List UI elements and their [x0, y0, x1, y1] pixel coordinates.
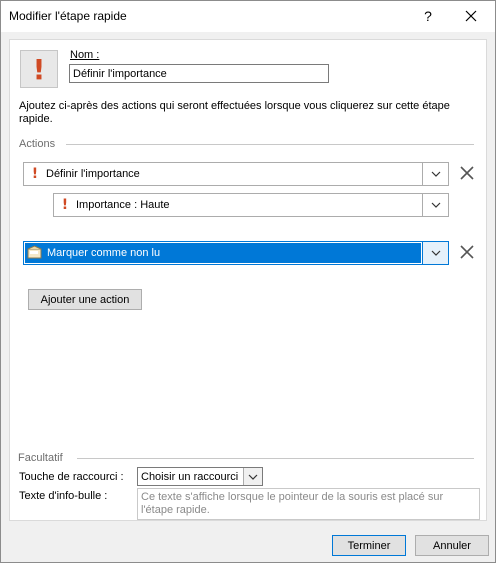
cancel-button[interactable]: Annuler	[415, 535, 489, 556]
exclamation-icon: !	[31, 166, 39, 182]
add-action-label: Ajouter une action	[40, 293, 130, 306]
dialog-content: ! Nom : Ajoutez ci-après des actions qui…	[9, 39, 487, 521]
remove-action-button[interactable]	[458, 164, 476, 182]
close-icon	[465, 10, 477, 22]
importance-level-combo[interactable]: ! Importance : Haute	[53, 193, 449, 217]
name-label: Nom :	[70, 49, 100, 61]
tooltip-label: Texte d'info-bulle :	[19, 490, 108, 502]
mail-unread-icon	[27, 245, 45, 261]
chevron-down-icon	[431, 250, 440, 256]
optional-section-label: Facultatif	[18, 452, 63, 464]
name-input[interactable]	[69, 64, 329, 83]
tooltip-text-input[interactable]: Ce texte s'affiche lorsque le pointeur d…	[137, 488, 480, 520]
action-label: Définir l'importance	[46, 168, 140, 180]
title-bar: Modifier l'étape rapide ?	[1, 1, 495, 32]
finish-button[interactable]: Terminer	[332, 535, 406, 556]
shortcut-select[interactable]: Choisir un raccourci	[137, 467, 263, 486]
help-button[interactable]: ?	[408, 1, 448, 31]
exclamation-icon: !	[32, 52, 46, 86]
close-icon	[460, 166, 474, 180]
help-icon: ?	[424, 8, 432, 24]
quick-step-dialog: Modifier l'étape rapide ? ! Nom : Ajoute…	[0, 0, 496, 563]
quick-step-icon[interactable]: !	[20, 50, 58, 88]
action-label: Marquer comme non lu	[47, 247, 161, 259]
shortcut-label: Touche de raccourci :	[19, 471, 124, 483]
dialog-title: Modifier l'étape rapide	[9, 9, 127, 23]
description-text: Ajoutez ci-après des actions qui seront …	[19, 100, 450, 125]
close-button[interactable]	[451, 1, 491, 31]
dropdown-button[interactable]	[422, 163, 448, 185]
shortcut-value: Choisir un raccourci	[141, 470, 239, 483]
dropdown-button[interactable]	[422, 194, 448, 216]
optional-divider	[77, 458, 474, 459]
actions-divider	[66, 144, 474, 145]
selected-value: Marquer comme non lu	[25, 243, 421, 263]
exclamation-icon: !	[61, 197, 69, 213]
dropdown-button[interactable]	[243, 468, 262, 485]
remove-action-button[interactable]	[458, 243, 476, 261]
add-action-button[interactable]: Ajouter une action	[28, 289, 142, 310]
importance-level-label: Importance : Haute	[76, 199, 170, 211]
actions-section-label: Actions	[19, 138, 56, 150]
chevron-down-icon	[248, 474, 258, 480]
action-combo-set-importance[interactable]: ! Définir l'importance	[23, 162, 449, 186]
chevron-down-icon	[431, 171, 440, 177]
close-icon	[460, 245, 474, 259]
dropdown-button[interactable]	[422, 242, 448, 264]
chevron-down-icon	[431, 202, 440, 208]
cancel-button-label: Annuler	[433, 539, 471, 552]
action-combo-mark-unread[interactable]: Marquer comme non lu	[23, 241, 449, 265]
finish-button-label: Terminer	[347, 539, 391, 552]
